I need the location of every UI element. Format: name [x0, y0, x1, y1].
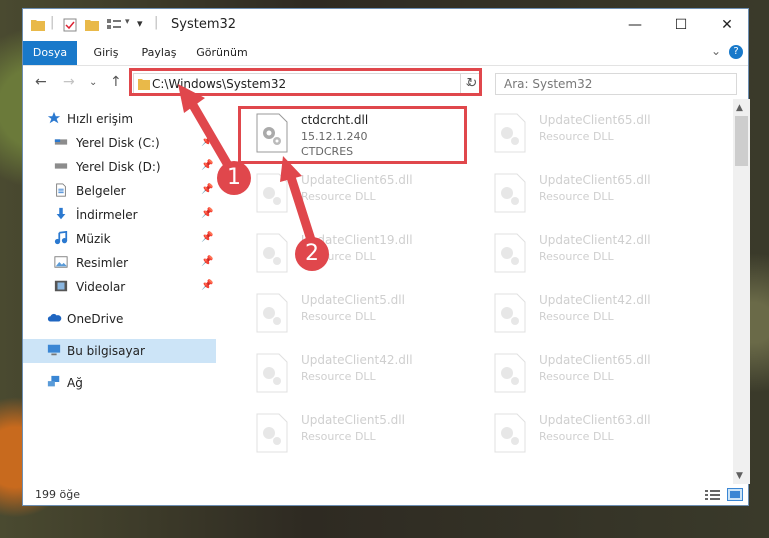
- step-2-callout: 2: [295, 237, 329, 271]
- annotation-arrows: [178, 84, 317, 248]
- step-1-callout: 1: [217, 161, 251, 195]
- arrow-1-shaft: [185, 95, 237, 177]
- arrow-2-head: [280, 156, 302, 182]
- arrow-2-shaft: [285, 169, 317, 248]
